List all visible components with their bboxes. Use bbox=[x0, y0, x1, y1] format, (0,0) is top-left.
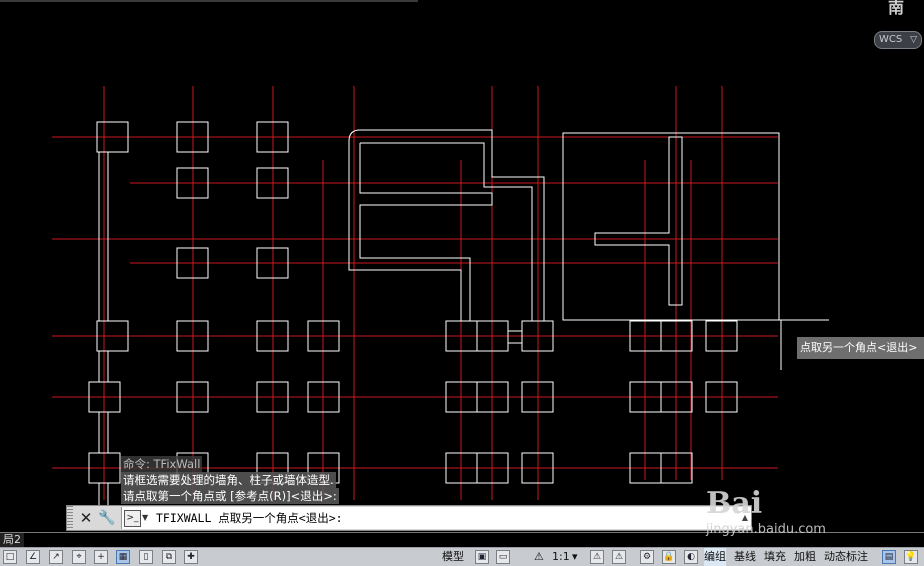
annotation-scale-icon[interactable]: ⚠ bbox=[534, 548, 544, 566]
command-input[interactable]: >_ ▼ TFIXWALL 点取另一个角点<退出>: ▲ bbox=[121, 507, 751, 529]
bold-toggle[interactable]: 加粗 bbox=[794, 548, 816, 566]
annotation-visibility-icon[interactable]: ⚠ bbox=[590, 550, 604, 564]
history-line: 命令: TFixWall bbox=[121, 456, 203, 472]
annotation-scale[interactable]: 1:1 bbox=[552, 548, 570, 566]
viewcube-compass[interactable]: 南 bbox=[888, 0, 904, 18]
command-history: 命令: TFixWall 请框选需要处理的墙角、柱子或墙体造型. 请点取第一个角… bbox=[121, 456, 339, 504]
workspace-gear-icon[interactable]: ⚙ bbox=[640, 550, 654, 564]
dynamic-dimension-toggle[interactable]: 动态标注 bbox=[824, 548, 868, 566]
close-icon[interactable]: ✕ bbox=[77, 507, 95, 529]
tab-layout2[interactable]: 局2 bbox=[0, 533, 24, 547]
polar-icon[interactable]: ↗ bbox=[49, 550, 63, 564]
auto-scale-icon[interactable]: ⚠ bbox=[612, 550, 626, 564]
baseline-toggle[interactable]: 基线 bbox=[734, 548, 756, 566]
command-prompt-icon[interactable]: >_ bbox=[124, 510, 141, 527]
fill-toggle[interactable]: 填充 bbox=[764, 548, 786, 566]
lightbulb-icon[interactable]: 💡 bbox=[904, 550, 918, 564]
watermark-logo: Bai bbox=[706, 486, 763, 521]
osnap-icon[interactable]: ⌖ bbox=[72, 550, 86, 564]
model-label[interactable]: 模型 bbox=[442, 548, 464, 566]
group-toggle[interactable]: 编组 bbox=[704, 548, 726, 566]
lock-icon[interactable]: 🔒 bbox=[662, 550, 676, 564]
chevron-down-icon[interactable]: ▾ bbox=[572, 548, 578, 566]
ucs-menu-label: WCS bbox=[879, 34, 903, 45]
ui-toggle-icon[interactable]: ▤ bbox=[882, 550, 896, 564]
grid-icon[interactable]: ▦ bbox=[116, 550, 130, 564]
drawing-canvas[interactable] bbox=[0, 0, 924, 532]
watermark-url: jingyan.baidu.com bbox=[706, 522, 826, 537]
command-line-bar: ✕ 🔧 >_ ▼ TFIXWALL 点取另一个角点<退出>: ▲ bbox=[66, 505, 752, 531]
transparency-icon[interactable]: ⧉ bbox=[162, 550, 176, 564]
ortho-icon[interactable]: ∠ bbox=[26, 550, 40, 564]
quick-view-icon[interactable]: ▭ bbox=[496, 550, 510, 564]
status-bar: □ ∠ ↗ ⌖ + ▦ ▯ ⧉ ✚ 模型 ▣ ▭ ⚠ 1:1 ▾ ⚠ ⚠ ⚙ 🔒… bbox=[0, 547, 924, 566]
wall-and-column-outlines bbox=[88, 121, 829, 505]
otrack-icon[interactable]: + bbox=[94, 550, 108, 564]
command-text: TFIXWALL 点取另一个角点<退出>: bbox=[156, 511, 343, 525]
ucs-menu-button[interactable]: WCS ▽ bbox=[874, 31, 922, 49]
drag-handle[interactable] bbox=[67, 506, 73, 530]
history-line: 请框选需要处理的墙角、柱子或墙体造型. bbox=[121, 472, 336, 488]
snap-icon[interactable]: □ bbox=[3, 550, 17, 564]
isolate-icon[interactable]: ◐ bbox=[684, 550, 698, 564]
wrench-icon[interactable]: 🔧 bbox=[98, 507, 116, 529]
chevron-down-icon[interactable]: ▼ bbox=[142, 507, 148, 529]
history-line: 请点取第一个角点或 [参考点(R)]<退出>: bbox=[121, 488, 339, 504]
selection-cycling-icon[interactable]: ✚ bbox=[184, 550, 198, 564]
drawing-tab-strip bbox=[0, 0, 418, 2]
layout-view-icon[interactable]: ▣ bbox=[475, 550, 489, 564]
dynamic-input-tooltip: 点取另一个角点<退出> bbox=[797, 337, 924, 359]
chevron-down-icon: ▽ bbox=[910, 35, 917, 45]
lineweight-icon[interactable]: ▯ bbox=[139, 550, 153, 564]
